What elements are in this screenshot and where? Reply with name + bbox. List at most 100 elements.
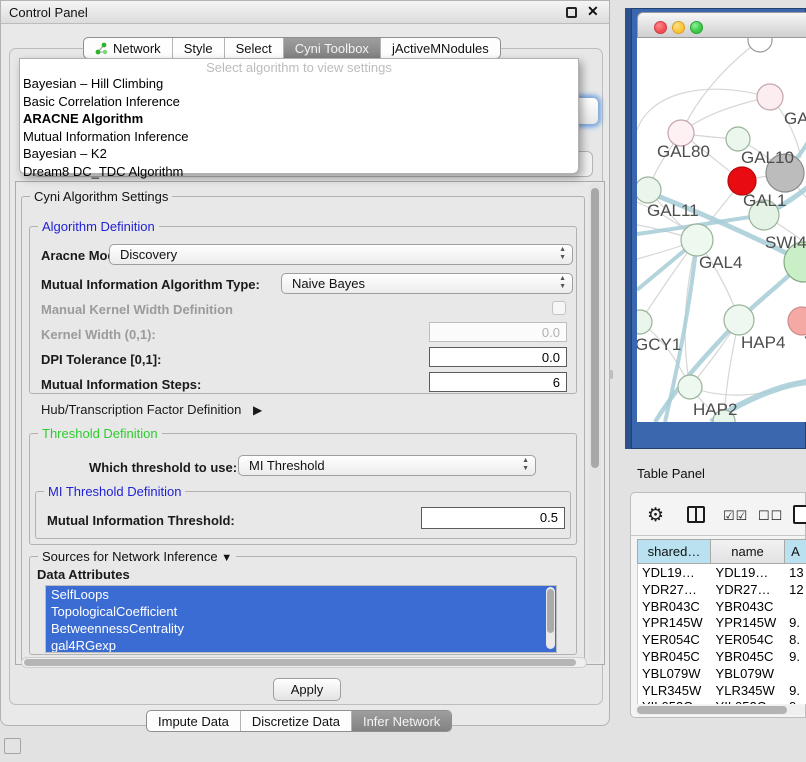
network-node-hap4[interactable]: [724, 305, 754, 335]
table-row[interactable]: YBR045CYBR045C9.: [638, 648, 806, 665]
bottom-tab-discretize-data[interactable]: Discretize Data: [241, 711, 352, 731]
hub-definition-label: Hub/Transcription Factor Definition: [41, 402, 241, 417]
attribute-item[interactable]: TopologicalCoefficient: [46, 603, 556, 620]
table-row[interactable]: YDL19…YDL19…13: [638, 564, 806, 581]
bottom-tab-impute-data[interactable]: Impute Data: [147, 711, 241, 731]
panel-splitter-handle[interactable]: [609, 370, 613, 379]
table-horizontal-scrollbar[interactable]: [635, 705, 805, 715]
table-cell: 8.: [785, 631, 806, 648]
table-row[interactable]: YPR145WYPR145W9.: [638, 614, 806, 631]
table-cell: YDL19…: [638, 564, 712, 581]
network-node-hap2[interactable]: [678, 375, 702, 399]
bottom-tab-infer-network[interactable]: Infer Network: [352, 711, 451, 731]
algorithm-dropdown-list: Select algorithm to view settings Bayesi…: [19, 58, 579, 174]
threshold-definition-title: Threshold Definition: [38, 426, 162, 441]
float-window-icon[interactable]: [566, 7, 577, 18]
table-row[interactable]: YLR345WYLR345W9.: [638, 682, 806, 699]
table-row[interactable]: YIL052CYIL052C9: [638, 698, 806, 704]
table-row[interactable]: YER054CYER054C8.: [638, 631, 806, 648]
tab-jactivemnodules[interactable]: jActiveMNodules: [381, 38, 500, 58]
mi-type-value: Naive Bayes: [292, 276, 365, 291]
tab-network[interactable]: Network: [84, 38, 173, 58]
table-row[interactable]: YBL079WYBL079W: [638, 665, 806, 682]
spinner-arrows-icon: ▲▼: [559, 275, 566, 291]
hub-definition-toggle[interactable]: Hub/Transcription Factor Definition ▶: [41, 402, 262, 417]
sources-group-title[interactable]: Sources for Network Inference ▼: [38, 549, 236, 564]
table-header-row: shared…nameA: [637, 539, 806, 564]
table-row[interactable]: YDR27…YDR27…12: [638, 581, 806, 598]
table-cell: YBR043C: [638, 598, 712, 615]
column-header[interactable]: A: [785, 539, 806, 564]
network-node-gal11[interactable]: [637, 177, 661, 203]
zoom-traffic-icon[interactable]: [690, 21, 703, 34]
mi-threshold-label: Mutual Information Threshold:: [47, 513, 235, 528]
algorithm-option[interactable]: Basic Correlation Inference: [20, 93, 578, 111]
close-traffic-icon[interactable]: [654, 21, 667, 34]
attribute-item[interactable]: SelfLoops: [46, 586, 556, 603]
manual-kernel-checkbox[interactable]: [552, 301, 566, 315]
network-canvas[interactable]: GALGAL80GAL10GAL1GAL11GAL4SWI4HAP4YGCY1H…: [637, 38, 806, 422]
cyni-settings-group-title: Cyni Algorithm Settings: [30, 189, 172, 204]
data-attributes-label: Data Attributes: [37, 567, 130, 582]
which-threshold-value: MI Threshold: [249, 458, 325, 473]
table-cell: YBL079W: [712, 665, 786, 682]
document-icon[interactable]: [793, 505, 806, 524]
network-node-gal[interactable]: [757, 84, 783, 110]
table-cell: YBL079W: [638, 665, 712, 682]
network-node-y[interactable]: [788, 307, 806, 335]
split-column-icon[interactable]: [687, 506, 705, 523]
table-cell: YDR27…: [638, 581, 712, 598]
attribute-item[interactable]: BetweennessCentrality: [46, 620, 556, 637]
apply-button[interactable]: Apply: [273, 678, 341, 701]
algorithm-option[interactable]: Bayesian – K2: [20, 145, 578, 163]
network-window-titlebar: [637, 12, 806, 38]
tab-label: Select: [236, 41, 272, 56]
node-label: GCY1: [637, 335, 681, 354]
node-label: GAL80: [657, 142, 710, 161]
attributes-scrollbar[interactable]: [546, 587, 555, 649]
which-threshold-select[interactable]: MI Threshold ▲▼: [238, 455, 536, 476]
node-label: GAL: [784, 109, 806, 128]
dock-button[interactable]: [4, 738, 21, 754]
unchecked-columns-icon[interactable]: ☐☐: [758, 508, 783, 524]
tab-cyni-toolbox[interactable]: Cyni Toolbox: [284, 38, 381, 58]
checked-columns-icon[interactable]: ☑☑: [723, 508, 748, 524]
column-header[interactable]: shared…: [637, 539, 711, 564]
algorithm-option[interactable]: Dream8 DC_TDC Algorithm: [20, 163, 578, 181]
tab-label: Style: [184, 41, 213, 56]
tab-style[interactable]: Style: [173, 38, 225, 58]
control-panel-titlebar: Control Panel ✕: [1, 1, 609, 24]
table-cell: YBR045C: [638, 648, 712, 665]
control-panel-window: Control Panel ✕ Network Style Select Cyni T…: [0, 0, 610, 726]
bottom-tab-label: Infer Network: [363, 714, 440, 729]
mi-threshold-input[interactable]: 0.5: [421, 507, 565, 529]
algorithm-option[interactable]: ARACNE Algorithm: [20, 110, 578, 128]
table-cell: 9: [785, 698, 806, 704]
node-table: shared…nameA YDL19…YDL19…13YDR27…YDR27…1…: [637, 539, 806, 704]
table-cell: YPR145W: [638, 614, 712, 631]
settings-horizontal-scrollbar[interactable]: [21, 657, 587, 668]
control-panel-title: Control Panel: [9, 5, 88, 20]
tab-select[interactable]: Select: [225, 38, 284, 58]
mi-type-select[interactable]: Naive Bayes ▲▼: [281, 273, 573, 294]
kernel-width-input[interactable]: 0.0: [429, 322, 567, 342]
table-row[interactable]: YBR043CYBR043C: [638, 598, 806, 615]
minimize-traffic-icon[interactable]: [672, 21, 685, 34]
table-cell: YLR345W: [712, 682, 786, 699]
aracne-mode-select[interactable]: Discovery ▲▼: [109, 244, 573, 265]
mi-steps-input[interactable]: 6: [429, 372, 567, 392]
data-attributes-list[interactable]: SelfLoopsTopologicalCoefficientBetweenne…: [45, 585, 557, 653]
column-header[interactable]: name: [711, 539, 785, 564]
dpi-tolerance-input[interactable]: 0.0: [429, 347, 567, 367]
close-icon[interactable]: ✕: [587, 3, 599, 20]
gear-icon[interactable]: ⚙: [647, 504, 664, 527]
network-node[interactable]: [748, 38, 772, 52]
algorithm-option[interactable]: Mutual Information Inference: [20, 128, 578, 146]
network-node-gal4[interactable]: [681, 224, 713, 256]
manual-kernel-label: Manual Kernel Width Definition: [41, 302, 233, 317]
algorithm-option[interactable]: Bayesian – Hill Climbing: [20, 75, 578, 93]
spinner-arrows-icon: ▲▼: [522, 457, 529, 473]
attribute-item[interactable]: gal4RGexp: [46, 637, 556, 653]
table-cell: YER054C: [638, 631, 712, 648]
settings-vertical-scrollbar[interactable]: [589, 183, 601, 663]
